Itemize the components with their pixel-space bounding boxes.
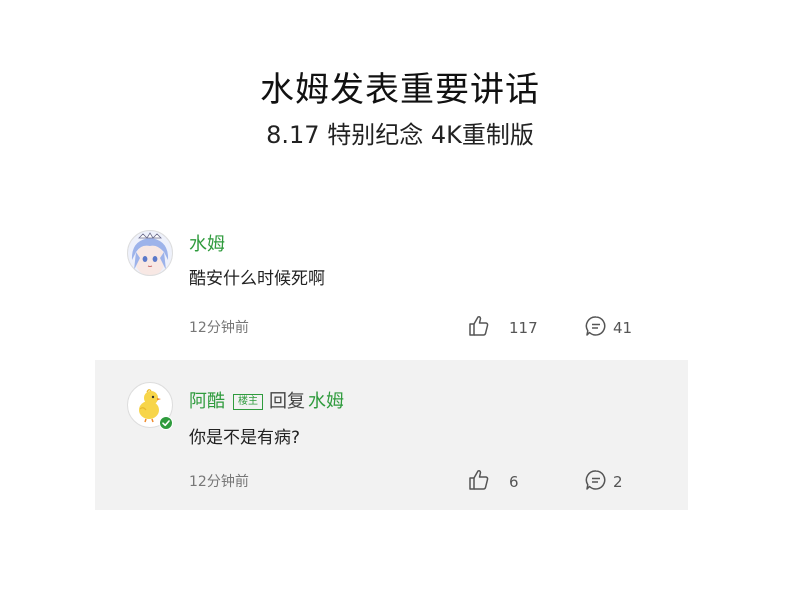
comment-time: 12分钟前 — [189, 320, 249, 336]
reply-count: 41 — [613, 319, 633, 337]
thumbs-up-icon[interactable] — [468, 315, 490, 337]
like-count: 6 — [509, 473, 519, 491]
comment-bubble-icon[interactable] — [585, 315, 607, 337]
comment-content: 你是不是有病? — [189, 428, 301, 448]
anime-girl-avatar-icon — [127, 230, 173, 276]
avatar[interactable] — [127, 382, 173, 430]
video-title: 水姆发表重要讲话 — [260, 70, 540, 110]
video-subtitle: 8.17 特别纪念 4K重制版 — [266, 121, 534, 149]
reply-header: 阿酷 楼主 回复 水姆 — [189, 391, 344, 413]
comment-bubble-icon[interactable] — [585, 469, 607, 491]
comment-content: 酷安什么时候死啊 — [189, 269, 325, 289]
thumbs-up-icon[interactable] — [468, 469, 490, 491]
comment-time: 12分钟前 — [189, 474, 249, 490]
comment-username[interactable]: 水姆 — [189, 234, 225, 256]
comment-item: 水姆 酷安什么时候死啊 12分钟前 117 41 — [95, 212, 688, 360]
avatar[interactable] — [127, 230, 173, 276]
verified-check-icon — [159, 415, 173, 430]
reply-count: 2 — [613, 473, 623, 491]
op-badge: 楼主 — [233, 394, 263, 410]
comment-username[interactable]: 阿酷 — [189, 391, 225, 412]
like-count: 117 — [509, 319, 538, 337]
reply-label: 回复 — [269, 391, 305, 412]
reply-to-username[interactable]: 水姆 — [308, 391, 344, 412]
comment-item: 阿酷 楼主 回复 水姆 你是不是有病? 12分钟前 6 2 — [95, 360, 688, 510]
